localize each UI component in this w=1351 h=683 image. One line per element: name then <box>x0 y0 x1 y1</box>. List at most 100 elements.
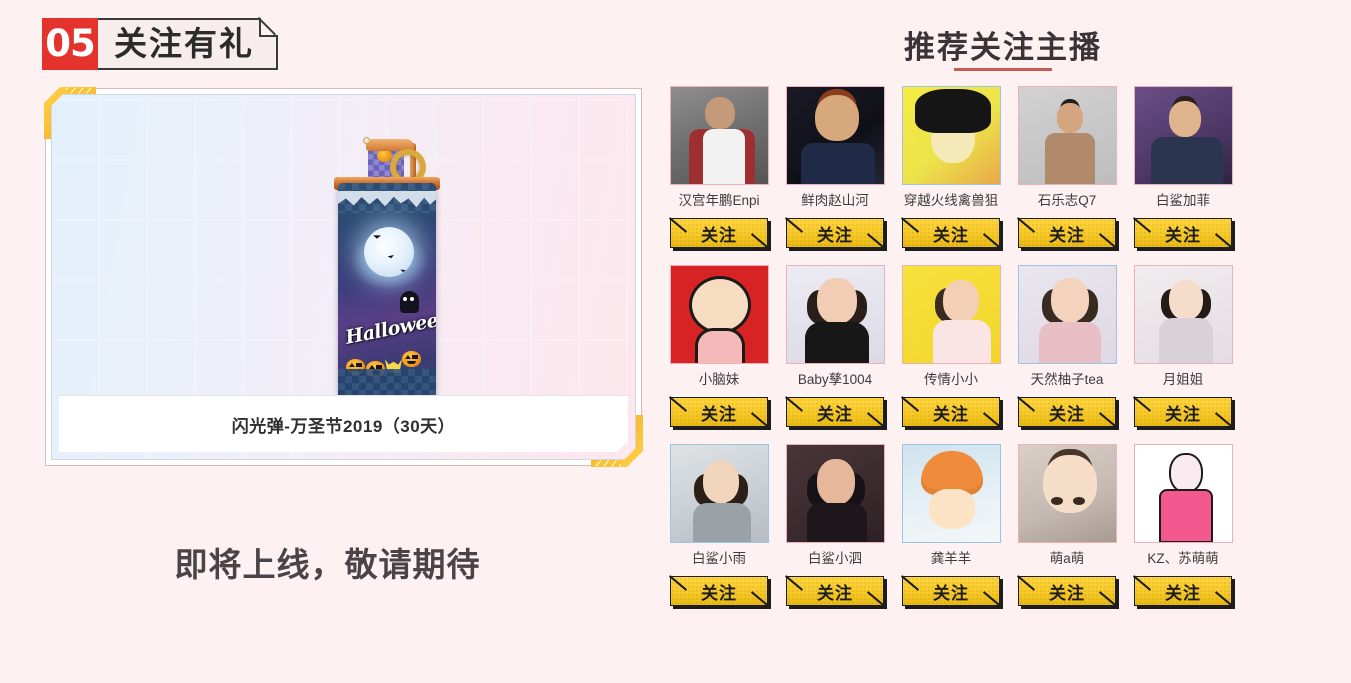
title-underline <box>954 68 1052 71</box>
follow-button[interactable]: 关注 <box>900 217 1002 249</box>
avatar[interactable] <box>669 444 769 543</box>
section-title: 关注有礼 <box>114 25 254 62</box>
avatar[interactable] <box>785 444 885 543</box>
follow-button[interactable]: 关注 <box>1132 217 1234 249</box>
streamer-name: 天然柚子tea <box>1030 372 1104 387</box>
follow-button-label: 关注 <box>1165 404 1201 424</box>
avatar[interactable] <box>901 444 1001 543</box>
corner-slash-icon <box>750 233 770 249</box>
avatar-image <box>1018 445 1116 542</box>
avatar[interactable] <box>1133 265 1233 364</box>
follow-button[interactable]: 关注 <box>668 575 770 607</box>
corner-slash-icon <box>900 217 920 233</box>
avatar-image <box>1134 266 1232 363</box>
corner-slash-icon <box>750 591 770 607</box>
streamer-name: 穿越火线禽兽狙 <box>903 193 999 208</box>
streamer-cell: 汉宫年鹏Enpi 关注 <box>661 86 777 249</box>
streamer-cell: Baby孳1004 关注 <box>777 265 893 428</box>
follow-button-label: 关注 <box>701 404 737 424</box>
avatar[interactable] <box>1133 444 1233 543</box>
follow-button[interactable]: 关注 <box>668 217 770 249</box>
grenade-body: Halloween <box>338 183 436 411</box>
coming-soon-text: 即将上线，敬请期待 <box>174 546 481 583</box>
follow-button[interactable]: 关注 <box>1016 396 1118 428</box>
streamer-name: 月姐姐 <box>1162 372 1204 387</box>
streamer-row: 白鲨小雨 关注 白鲨小泗 关注 龚羊羊 关注 萌a萌 关注 KZ、苏萌萌 关注 <box>655 444 1351 607</box>
follow-button[interactable]: 关注 <box>900 396 1002 428</box>
avatar-image <box>1134 445 1232 542</box>
follow-button[interactable]: 关注 <box>1132 575 1234 607</box>
prize-name: 闪光弹-万圣节2019（30天） <box>231 416 456 436</box>
avatar[interactable] <box>901 86 1001 185</box>
corner-slash-icon <box>1214 412 1234 428</box>
avatar[interactable] <box>1017 86 1117 185</box>
avatar[interactable] <box>669 265 769 364</box>
streamer-cell: 萌a萌关注 <box>1009 444 1125 607</box>
follow-button-label: 关注 <box>933 583 969 603</box>
follow-button[interactable]: 关注 <box>900 575 1002 607</box>
corner-slash-icon <box>1214 233 1234 249</box>
streamer-cell: 白鲨小泗 关注 <box>777 444 893 607</box>
streamer-name: 传情小小 <box>924 372 978 387</box>
streamer-cell: 传情小小 关注 <box>893 265 1009 428</box>
corner-slash-icon <box>668 396 688 412</box>
corner-slash-icon <box>784 396 804 412</box>
prize-label-strip: 闪光弹-万圣节2019（30天） <box>59 395 628 452</box>
section-title-plate: 关注有礼 <box>98 18 278 70</box>
streamer-name: 萌a萌 <box>1049 551 1085 566</box>
avatar-image <box>1134 87 1232 184</box>
avatar-image <box>1018 87 1116 184</box>
corner-slash-icon <box>1098 233 1118 249</box>
prize-card: Halloween 闪光弹-万圣节2019（30天） <box>44 87 643 467</box>
corner-slash-icon <box>1016 396 1036 412</box>
streamer-name: KZ、苏萌萌 <box>1147 551 1219 566</box>
avatar-image <box>786 266 884 363</box>
follow-button[interactable]: 关注 <box>1132 396 1234 428</box>
recommended-streamers-panel: 推荐关注主播 汉宫年鹏Enpi 关注 鲜肉赵山河 关注 穿越火线禽兽狙 关注 石乐志Q7 关注… <box>655 0 1351 683</box>
corner-slash-icon <box>784 575 804 591</box>
recommended-streamers-title: 推荐关注主播 <box>904 30 1102 65</box>
corner-slash-icon <box>1016 217 1036 233</box>
folded-corner-icon <box>259 18 278 37</box>
streamer-cell: 小脑妹 关注 <box>661 265 777 428</box>
follow-button[interactable]: 关注 <box>1016 575 1118 607</box>
avatar[interactable] <box>901 265 1001 364</box>
follow-button-label: 关注 <box>933 225 969 245</box>
avatar[interactable] <box>1133 86 1233 185</box>
avatar[interactable] <box>785 86 885 185</box>
follow-button[interactable]: 关注 <box>784 575 886 607</box>
halloween-flashbang-grenade-icon: Halloween <box>330 135 450 425</box>
avatar[interactable] <box>785 265 885 364</box>
streamer-row: 小脑妹 关注 Baby孳1004 关注 传情小小 关注 天然柚子tea 关注 月姐姐 关注 <box>655 265 1351 428</box>
streamer-cell: 白鲨加菲 关注 <box>1125 86 1241 249</box>
corner-slash-icon <box>866 233 886 249</box>
follow-button[interactable]: 关注 <box>784 396 886 428</box>
follow-button[interactable]: 关注 <box>1016 217 1118 249</box>
streamer-name: 白鲨加菲 <box>1156 193 1210 208</box>
prize-card-inner: Halloween 闪光弹-万圣节2019（30天） <box>51 94 636 460</box>
avatar-image <box>902 266 1000 363</box>
avatar[interactable] <box>1017 265 1117 364</box>
follow-button[interactable]: 关注 <box>668 396 770 428</box>
corner-slash-icon <box>982 412 1002 428</box>
corner-slash-icon <box>1098 591 1118 607</box>
avatar-image <box>902 87 1000 184</box>
streamer-cell: 穿越火线禽兽狙 关注 <box>893 86 1009 249</box>
corner-slash-icon <box>668 217 688 233</box>
avatar-image <box>670 266 768 363</box>
corner-slash-icon <box>784 217 804 233</box>
corner-slash-icon <box>982 233 1002 249</box>
avatar[interactable] <box>669 86 769 185</box>
follow-button-label: 关注 <box>1165 225 1201 245</box>
corner-slash-icon <box>1132 396 1152 412</box>
corner-slash-icon <box>1132 217 1152 233</box>
streamer-grid: 汉宫年鹏Enpi 关注 鲜肉赵山河 关注 穿越火线禽兽狙 关注 石乐志Q7 关注 白鲨加菲 关注小… <box>655 86 1351 623</box>
ghost-icon <box>400 291 419 313</box>
avatar-image <box>902 445 1000 542</box>
streamer-name: 石乐志Q7 <box>1037 193 1097 208</box>
corner-slash-icon <box>1214 591 1234 607</box>
streamer-cell: 龚羊羊 关注 <box>893 444 1009 607</box>
follow-button[interactable]: 关注 <box>784 217 886 249</box>
avatar[interactable] <box>1017 444 1117 543</box>
corner-slash-icon <box>866 591 886 607</box>
